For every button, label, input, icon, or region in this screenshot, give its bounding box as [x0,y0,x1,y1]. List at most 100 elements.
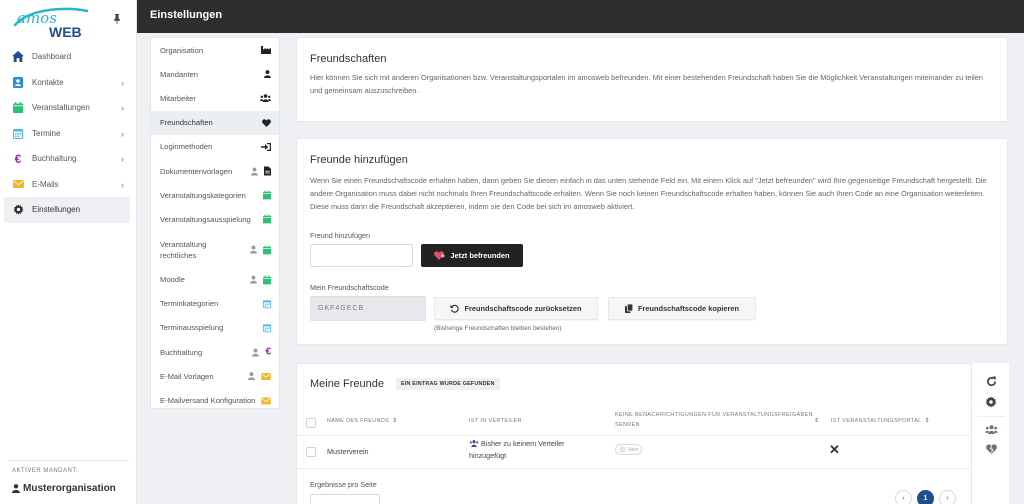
broken-heart-icon[interactable] [983,442,999,456]
chevron-right-icon: › [121,154,124,164]
sign-in-icon [261,142,271,151]
settings-submenu: Organisation Mandanten Mitarbeiter Freun… [150,37,280,409]
submenu-item-freundschaften[interactable]: Freundschaften [151,110,279,135]
submenu-item-label: Terminausspielung [160,323,224,333]
user-icon [264,70,271,79]
next-page-button[interactable]: › [939,490,956,504]
table-header-divider [297,435,972,436]
chevron-right-icon: › [121,103,124,113]
toggle-knob [619,446,626,453]
friend-code-label: Freund hinzufügen [310,231,370,240]
column-header-portal[interactable]: IST VERANSTALTUNGSPORTAL ⇕ [831,416,930,426]
chevron-right-icon: › [121,179,124,190]
submenu-item-terminkategorien[interactable]: Terminkategorien [151,292,279,316]
reset-code-label: Freundschaftscode zurücksetzen [464,304,582,313]
document-icon [264,166,271,176]
befreunden-button[interactable]: Jetzt befreunden [421,244,523,267]
user-icon [12,484,20,493]
submenu-item-dokumentenvorlagen[interactable]: Dokumentenvorlagen [151,159,279,183]
page-title: Einstellungen [150,9,223,21]
friend-verteiler: Bisher zu keinem Verteiler hinzugefügt [469,439,565,460]
calendar-icon [263,190,271,200]
calendar-icon [263,275,271,284]
submenu-item-mandanten[interactable]: Mandanten [151,62,279,86]
submenu-item-e-mailversand-konfiguration[interactable]: E-Mailversand Konfiguration [151,388,279,412]
submenu-item-buchhaltung[interactable]: Buchhaltung € [151,340,279,364]
toggle-label: Nein [628,446,639,453]
gear-icon [12,204,24,215]
select-all-checkbox[interactable] [306,418,316,428]
chevron-right-icon: › [121,128,124,139]
top-bar: Einstellungen [137,0,1024,33]
submenu-item-organisation[interactable]: Organisation [151,38,279,62]
friendships-card: Freundschaften Hier können Sie sich mit … [296,37,1008,122]
sidebar-item-dashboard[interactable]: Dashboard [4,44,130,70]
friendships-description: Hier können Sie sich mit anderen Organis… [310,73,983,95]
undo-icon [450,304,460,313]
befreunden-label: Jetzt befreunden [450,251,510,260]
sidebar-item-label: Buchhaltung [32,154,77,164]
prev-page-button[interactable]: ‹ [895,490,912,504]
sort-icon: ⇕ [392,418,398,424]
notification-toggle[interactable]: Nein [615,444,642,455]
submenu-item-mitarbeiter[interactable]: Mitarbeiter [151,86,279,110]
submenu-item-e-mail-vorlagen[interactable]: E-Mail Vorlagen [151,364,279,388]
user-icon [251,167,258,175]
user-icon [250,245,257,254]
amosweb-logo[interactable]: amos WEB [11,5,91,39]
heart-icon [262,118,271,127]
refresh-icon[interactable] [983,374,999,388]
calendar-icon [12,102,24,114]
sidebar-item-kontakte[interactable]: Kontakte › [4,70,130,96]
calendar-icon [263,215,271,224]
per-page-select[interactable] [310,494,380,504]
friendships-title: Freundschaften [310,53,387,65]
submenu-item-veranstaltung-rechtliches[interactable]: Veranstaltung rechtliches [151,232,279,268]
sidebar-item-e-mails[interactable]: E-Mails › [4,172,130,198]
calendar-icon [263,245,271,254]
home-icon [12,51,24,63]
user-icon [250,275,257,284]
active-mandant[interactable]: Musterorganisation [12,483,116,494]
submenu-item-moodle[interactable]: Moodle [151,268,279,292]
submenu-item-veranstaltungsausspielung[interactable]: Veranstaltungsausspielung [151,207,279,231]
copy-icon [624,304,633,313]
column-header-name[interactable]: NAME DES FREUNDS ⇕ [327,416,398,426]
submenu-item-label: Buchhaltung [160,347,203,357]
pagination: ‹ 1 › [895,490,956,504]
sidebar-item-buchhaltung[interactable]: € Buchhaltung › [4,146,130,172]
sort-icon: ⇕ [814,418,820,424]
users-icon [260,94,271,103]
sidebar-item-veranstaltungen[interactable]: Veranstaltungen › [4,95,130,121]
users-icon[interactable] [983,422,999,436]
envelope-icon [261,372,271,380]
row-checkbox[interactable] [306,447,316,457]
submenu-item-label: Dokumentenvorlagen [160,166,233,176]
submenu-item-label: Mandanten [160,69,198,79]
page-button[interactable]: 1 [917,490,934,504]
sidebar-item-termine[interactable]: Termine › [4,121,130,147]
submenu-item-veranstaltungskategorien[interactable]: Veranstaltungskategorien [151,183,279,207]
sidebar-item-label: Dashboard [32,52,72,62]
column-header-notifications[interactable]: KEINE BENACHRICHTIGUNGEN FÜR VERANSTALTU… [615,410,825,430]
submenu-item-loginmethoden[interactable]: Loginmethoden [151,135,279,159]
pin-icon[interactable] [113,14,121,27]
heart-plus-icon [434,251,446,260]
euro-icon: € [14,151,22,166]
add-friends-card: Freunde hinzufügen Wenn Sie einen Freund… [296,138,1008,345]
table-toolbar [971,363,1009,504]
copy-code-button[interactable]: Freundschaftscode kopieren [608,297,756,320]
copy-code-label: Freundschaftscode kopieren [637,304,740,313]
submenu-item-terminausspielung[interactable]: Terminausspielung [151,316,279,340]
calendar-grid-icon [263,324,271,333]
sidebar-item-einstellungen[interactable]: Einstellungen [4,197,130,223]
sort-icon: ⇕ [924,418,931,424]
sidebar-item-label: Termine [32,128,61,138]
gear-icon[interactable] [983,395,999,409]
envelope-icon [261,397,271,405]
my-code-label: Mein Freundschaftscode [310,283,389,292]
friend-code-input[interactable] [310,244,413,267]
factory-icon [261,46,271,55]
reset-code-button[interactable]: Freundschaftscode zurücksetzen [434,297,598,320]
submenu-item-label: Veranstaltungsausspielung [160,214,251,224]
